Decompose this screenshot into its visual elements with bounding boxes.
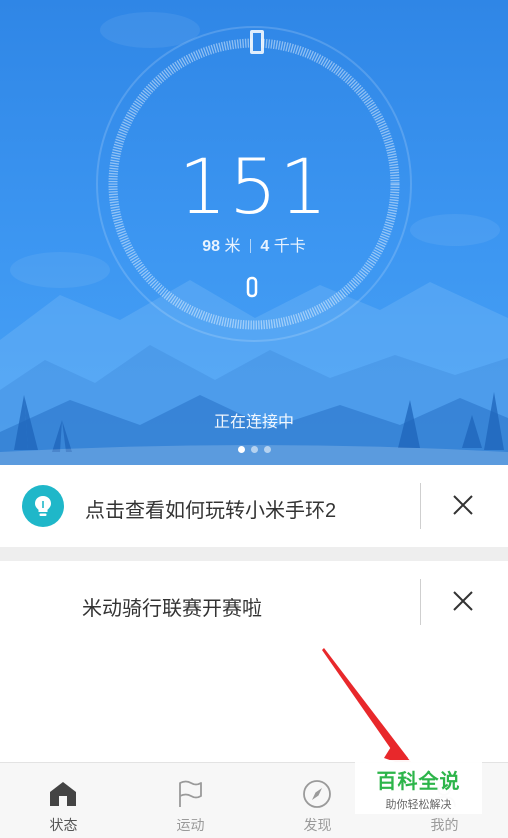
tab-label: 我的	[430, 817, 459, 833]
distance-calorie-summary: 98 米 4 千卡	[0, 232, 508, 256]
promo-card-text: 米动骑行联赛开赛啦	[82, 598, 262, 620]
tip-card[interactable]: 点击查看如何玩转小米手环2	[0, 465, 508, 547]
watermark-title: 百科全说	[376, 771, 461, 793]
status-panel: 151 98 米 4 千卡 正在连接中	[0, 0, 508, 465]
promo-card[interactable]: 米动骑行联赛开赛啦	[0, 561, 508, 645]
tab-label: 发现	[303, 817, 332, 833]
tab-status[interactable]: 状态	[0, 763, 127, 838]
page-indicator[interactable]	[0, 446, 508, 453]
distance-value: 98	[202, 238, 221, 255]
page-dot[interactable]	[250, 446, 258, 453]
card-divider	[420, 483, 421, 529]
tab-label: 运动	[176, 817, 205, 833]
card-divider	[420, 579, 421, 625]
close-icon[interactable]	[448, 490, 478, 520]
flag-icon	[174, 779, 206, 809]
summary-divider	[249, 239, 251, 253]
close-icon[interactable]	[448, 586, 478, 616]
tab-label: 状态	[49, 817, 78, 833]
watermark-subtitle: 助你轻松解决	[385, 799, 452, 811]
home-icon	[47, 779, 79, 809]
tip-card-text: 点击查看如何玩转小米手环2	[85, 500, 337, 522]
lightbulb-icon	[22, 485, 64, 527]
card-separator	[0, 547, 508, 561]
distance-unit: 米	[224, 238, 241, 255]
page-dot[interactable]	[263, 446, 271, 453]
calorie-unit: 千卡	[273, 238, 306, 255]
step-count: 151	[178, 142, 330, 231]
tab-exercise[interactable]: 运动	[127, 763, 254, 838]
calorie-value: 4	[260, 238, 270, 255]
connection-status: 正在连接中	[213, 414, 294, 431]
compass-icon	[301, 779, 333, 809]
watermark-logo: 百科全说 助你轻松解决	[355, 760, 482, 814]
page-dot[interactable]	[237, 446, 245, 453]
